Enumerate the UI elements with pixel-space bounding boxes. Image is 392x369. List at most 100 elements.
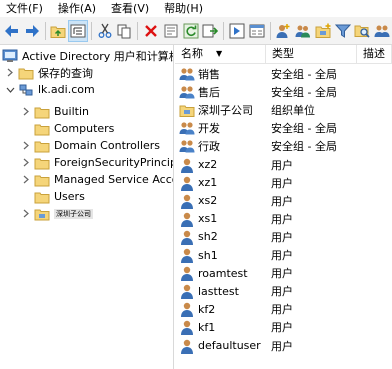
export-list-button[interactable] [201,21,219,41]
item-type: 用户 [271,230,293,244]
tree-item-container[interactable]: Builtin [22,103,89,120]
list-item[interactable]: 销售 安全组 - 全局 [175,65,392,83]
copy-button[interactable] [116,21,134,41]
list-item[interactable]: 售后 安全组 - 全局 [175,83,392,101]
item-name: 销售 [198,68,220,81]
ou-icon [34,207,50,221]
tree-item-container[interactable]: Users [22,188,85,205]
user-icon [179,157,198,173]
list-item[interactable]: sh1 用户 [175,246,392,264]
delete-button[interactable] [142,21,160,41]
tree-item-label: Computers [54,122,115,135]
item-name: roamtest [198,266,248,280]
tree-root-label: Active Directory 用户和计算机 [22,49,174,63]
refresh-button[interactable] [182,21,200,41]
item-type: 用户 [271,158,293,172]
item-name: 行政 [198,140,220,154]
group-icon [179,120,198,136]
tree-item-container[interactable]: Computers [22,120,114,137]
find-button[interactable] [353,21,371,41]
tree-item-label: ForeignSecurityPrincipals [54,156,173,169]
item-name: sh1 [198,248,218,262]
list-item[interactable]: xz1 用户 [175,174,392,192]
properties-button[interactable] [162,21,180,41]
list-item[interactable]: xs2 用户 [175,192,392,210]
tree-item-domain[interactable]: lk.adi.com [6,81,95,98]
collapse-icon[interactable] [6,85,15,94]
column-header-name[interactable]: 名称 ▼ [175,45,266,63]
expand-icon[interactable] [22,107,31,116]
list-item[interactable]: sh2 用户 [175,228,392,246]
menu-file[interactable]: 文件(F) [0,0,52,17]
list-item[interactable]: defaultuser 用户 [175,337,392,355]
tree-item-saved-queries[interactable]: 保存的查询 [6,64,93,81]
item-type: 用户 [271,212,293,226]
cut-icon [97,23,113,39]
user-icon [179,301,198,318]
item-name: defaultuser [198,339,261,352]
folder-icon [34,173,50,187]
column-header-description[interactable]: 描述 [357,45,392,63]
filter-button[interactable] [334,21,352,41]
refresh-icon [183,23,199,39]
tree-item-label: Users [54,190,85,203]
menu-help[interactable]: 帮助(H) [158,0,212,17]
tree-item-label: 深圳子公司 [54,208,93,219]
tree-item-container[interactable]: Managed Service Accounts [22,171,173,188]
list-item[interactable]: kf1 用户 [175,318,392,336]
up-folder-button[interactable] [49,21,67,41]
menu-view[interactable]: 查看(V) [105,0,158,17]
menu-bar: 文件(F) 操作(A) 查看(V) 帮助(H) [0,0,392,17]
folder-icon [34,190,50,204]
column-type-label: 类型 [272,47,294,60]
list-item[interactable]: xz2 用户 [175,156,392,174]
cut-button[interactable] [96,21,114,41]
show-tree-button[interactable] [68,19,88,42]
column-header-type[interactable]: 类型 [266,45,357,63]
item-name: xz2 [198,158,218,171]
item-type: 安全组 - 全局 [271,140,337,154]
item-type: 用户 [271,267,293,281]
tree-item-container[interactable]: ForeignSecurityPrincipals [22,154,173,171]
list-item[interactable]: 行政 安全组 - 全局 [175,137,392,155]
user-icon [179,211,198,227]
tree-item-container[interactable]: Domain Controllers [22,137,160,154]
back-button[interactable] [3,21,21,41]
new-group-button[interactable] [294,21,312,41]
navigation-tree: Active Directory 用户和计算机 保存的查询 lk.adi.com… [0,45,174,369]
item-type: 用户 [271,249,293,262]
list-item[interactable]: roamtest 用户 [175,264,392,282]
new-user-button[interactable] [274,21,292,41]
expand-icon[interactable] [22,175,31,184]
tree-item-label: 保存的查询 [38,66,93,80]
toolbar-separator [269,21,271,40]
list-header: 名称 ▼ 类型 描述 [175,45,392,64]
item-type: 组织单位 [271,104,315,118]
new-ou-button[interactable] [314,21,332,41]
item-type: 用户 [271,303,293,317]
list-item[interactable]: xs1 用户 [175,210,392,228]
tree-root[interactable]: Active Directory 用户和计算机 [2,47,174,64]
console-button[interactable] [248,21,266,41]
list-item[interactable]: 开发 安全组 - 全局 [175,119,392,137]
forward-button[interactable] [23,21,41,41]
expand-icon[interactable] [6,68,15,77]
sort-arrow-icon: ▼ [216,49,223,58]
item-type: 用户 [271,194,293,208]
item-name: xz1 [198,176,218,190]
list-item[interactable]: kf2 用户 [175,300,392,318]
toolbar-separator [137,21,139,40]
expand-icon[interactable] [22,209,31,218]
user-icon [179,229,198,245]
list-item[interactable]: lasttest 用户 [175,282,392,300]
find-icon [354,23,370,39]
filter-icon [334,23,351,39]
help-button[interactable] [228,21,246,41]
expand-icon[interactable] [22,158,31,167]
tree-item-container[interactable]: 深圳子公司 [22,205,93,222]
expand-icon[interactable] [22,141,31,150]
toolbar [0,17,392,45]
menu-action[interactable]: 操作(A) [52,0,105,17]
list-item[interactable]: 深圳子公司 组织单位 [175,101,392,119]
add-to-group-button[interactable] [373,21,391,41]
